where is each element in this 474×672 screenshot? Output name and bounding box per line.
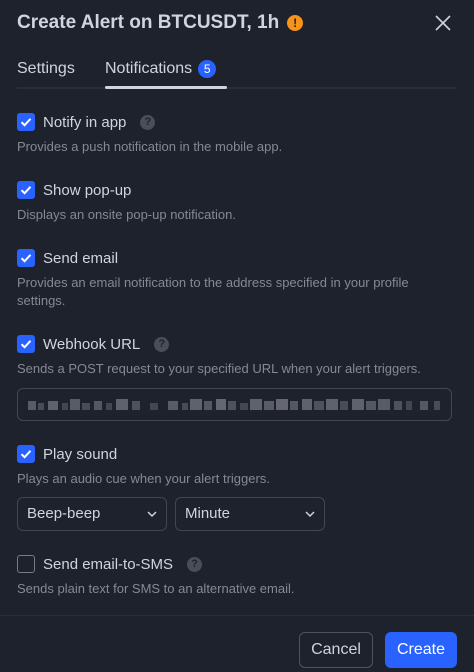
play-sound-description: Plays an audio cue when your alert trigg… bbox=[17, 471, 270, 486]
close-icon bbox=[435, 15, 451, 31]
notify-in-app-checkbox[interactable] bbox=[17, 113, 35, 131]
checkmark-icon bbox=[20, 118, 32, 127]
notify-in-app-label: Notify in app bbox=[43, 113, 127, 131]
footer-divider bbox=[0, 615, 474, 616]
email-to-sms-description: Sends plain text for SMS to an alternati… bbox=[17, 581, 295, 596]
checkmark-icon bbox=[20, 186, 32, 195]
option-notify-in-app: Notify in app ? Provides a push notifica… bbox=[17, 112, 457, 156]
tab-bar: Settings Notifications 5 bbox=[0, 56, 474, 90]
redacted-url-pixelation bbox=[28, 399, 440, 410]
warning-icon[interactable]: ! bbox=[287, 15, 304, 31]
chevron-down-icon bbox=[305, 511, 315, 518]
show-popup-description: Displays an onsite pop-up notification. bbox=[17, 207, 236, 222]
send-email-label: Send email bbox=[43, 249, 119, 267]
option-play-sound: Play sound Plays an audio cue when your … bbox=[17, 444, 457, 488]
email-to-sms-label: Send email-to-SMS bbox=[43, 555, 174, 573]
show-popup-checkbox[interactable] bbox=[17, 181, 35, 199]
option-send-email: Send email Provides an email notificatio… bbox=[17, 248, 457, 310]
help-icon[interactable]: ? bbox=[140, 114, 156, 130]
checkmark-icon bbox=[20, 254, 32, 263]
tab-divider bbox=[17, 87, 457, 89]
webhook-description: Sends a POST request to your specified U… bbox=[17, 361, 421, 376]
checkmark-icon bbox=[20, 450, 32, 459]
dialog-title-row: Create Alert on BTCUSDT, 1h ! bbox=[17, 12, 304, 34]
sound-select[interactable]: Beep-beep bbox=[17, 497, 167, 531]
tab-notifications[interactable]: Notifications 5 bbox=[105, 60, 217, 78]
option-email-to-sms: Send email-to-SMS ? Sends plain text for… bbox=[17, 554, 457, 598]
play-sound-checkbox[interactable] bbox=[17, 445, 35, 463]
option-webhook: Webhook URL ? Sends a POST request to yo… bbox=[17, 334, 457, 378]
dialog-header: Create Alert on BTCUSDT, 1h ! bbox=[0, 0, 474, 48]
email-to-sms-checkbox[interactable] bbox=[17, 555, 35, 573]
webhook-label: Webhook URL bbox=[43, 335, 141, 353]
tab-notifications-label: Notifications bbox=[105, 60, 193, 77]
active-tab-indicator bbox=[105, 86, 227, 89]
option-show-popup: Show pop-up Displays an onsite pop-up no… bbox=[17, 180, 457, 224]
webhook-checkbox[interactable] bbox=[17, 335, 35, 353]
help-icon[interactable]: ? bbox=[187, 556, 203, 572]
show-popup-label: Show pop-up bbox=[43, 181, 132, 199]
notify-in-app-description: Provides a push notification in the mobi… bbox=[17, 139, 283, 154]
play-sound-label: Play sound bbox=[43, 445, 118, 463]
send-email-checkbox[interactable] bbox=[17, 249, 35, 267]
tab-settings[interactable]: Settings bbox=[17, 60, 75, 78]
chevron-down-icon bbox=[147, 511, 157, 518]
webhook-url-input[interactable] bbox=[17, 388, 452, 421]
dialog-title: Create Alert on BTCUSDT, 1h bbox=[17, 12, 280, 33]
notifications-count-badge: 5 bbox=[198, 60, 217, 78]
close-button[interactable] bbox=[432, 12, 454, 34]
create-button[interactable]: Create bbox=[385, 632, 457, 668]
checkmark-icon bbox=[20, 340, 32, 349]
cancel-button[interactable]: Cancel bbox=[299, 632, 373, 668]
help-icon[interactable]: ? bbox=[154, 336, 170, 352]
sound-duration-value: Minute bbox=[185, 505, 231, 522]
send-email-description: Provides an email notification to the ad… bbox=[17, 275, 409, 308]
sound-select-value: Beep-beep bbox=[27, 505, 101, 522]
sound-duration-select[interactable]: Minute bbox=[175, 497, 325, 531]
